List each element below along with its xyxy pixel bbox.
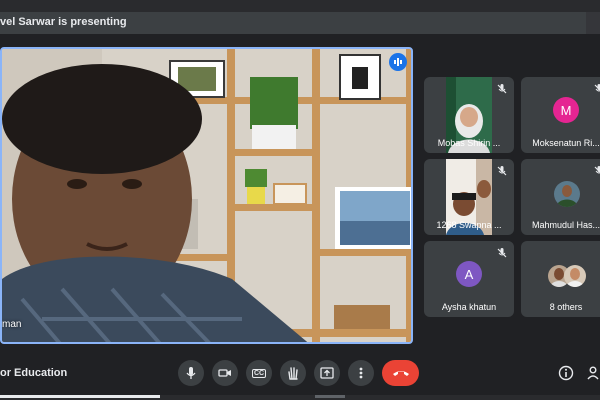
present-button[interactable] — [314, 360, 340, 386]
participant-tile[interactable]: 1268 Swapna ... — [424, 159, 514, 235]
mic-off-icon — [594, 84, 600, 92]
taskbar-strip — [0, 395, 600, 400]
mic-off-icon — [497, 166, 507, 176]
raise-hand-icon — [288, 367, 298, 380]
others-count: 8 others — [549, 302, 583, 312]
participant-tile[interactable]: Mahmudul Has... — [521, 159, 600, 235]
participant-name: 1268 Swapna ... — [436, 220, 502, 230]
avatar: A — [456, 261, 482, 287]
captions-button[interactable]: CC — [246, 360, 272, 386]
meeting-control-bar: or Education CC — [0, 354, 600, 400]
avatar: M — [553, 97, 579, 123]
main-speaker-name: man — [2, 319, 22, 330]
participant-name: Mobas Shirin ... — [437, 138, 501, 148]
others-tile[interactable]: 8 others — [521, 241, 600, 317]
taskbar-segment — [0, 395, 160, 398]
main-speaker-tile[interactable]: man — [0, 47, 413, 344]
mic-off-icon — [497, 248, 507, 258]
people-icon — [587, 366, 599, 380]
participant-tile[interactable]: A Aysha khatun — [424, 241, 514, 317]
people-button[interactable] — [584, 362, 600, 384]
mic-off-icon — [497, 84, 507, 94]
participant-name: Mahmudul Has... — [531, 220, 600, 230]
participant-name: Aysha khatun — [441, 302, 497, 312]
mic-off-icon — [594, 166, 600, 174]
taskbar-segment — [315, 395, 345, 398]
banner-end — [586, 12, 600, 34]
browser-top-strip — [0, 0, 600, 12]
presenting-text: vel Sarwar is presenting — [0, 16, 127, 28]
captions-icon: CC — [251, 368, 267, 378]
participant-name: Moksenatun Ri... — [532, 138, 600, 148]
end-call-button[interactable] — [382, 360, 419, 386]
meeting-details-button[interactable] — [555, 362, 577, 384]
present-icon — [320, 367, 334, 379]
presenting-banner: vel Sarwar is presenting — [0, 12, 600, 34]
info-icon — [558, 365, 574, 381]
raise-hand-button[interactable] — [280, 360, 306, 386]
participant-tile[interactable]: Mobas Shirin ... — [424, 77, 514, 153]
meeting-title: or Education — [0, 367, 68, 379]
hang-up-icon — [392, 371, 409, 376]
microphone-icon — [186, 367, 196, 379]
avatar — [564, 265, 586, 287]
avatar — [554, 181, 580, 207]
more-options-icon — [359, 367, 363, 379]
more-options-button[interactable] — [348, 360, 374, 386]
camera-button[interactable] — [212, 360, 238, 386]
speaking-indicator-icon — [389, 53, 407, 71]
microphone-button[interactable] — [178, 360, 204, 386]
participant-tile[interactable]: M Moksenatun Ri... — [521, 77, 600, 153]
camera-icon — [218, 369, 231, 377]
speaker-video-frame — [2, 49, 411, 342]
